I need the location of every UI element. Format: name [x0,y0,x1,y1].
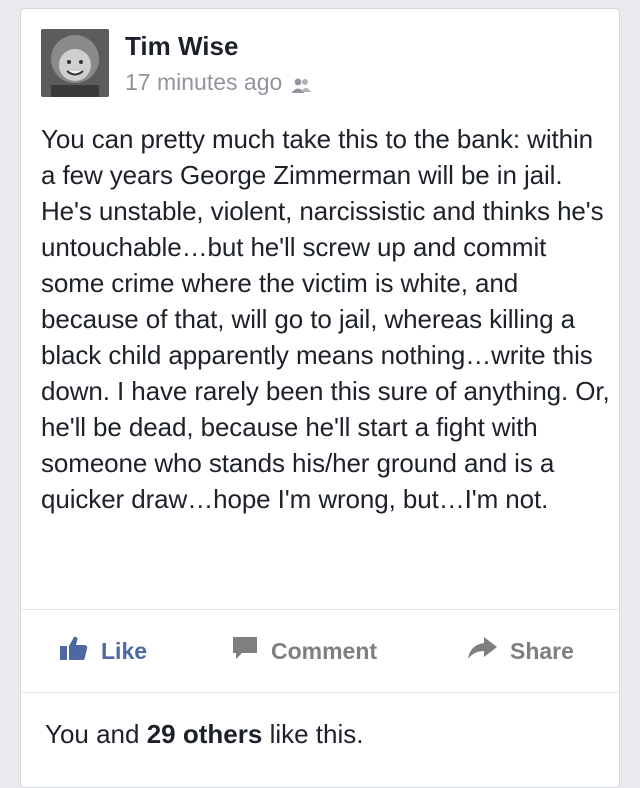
likes-count[interactable]: 29 others [147,719,263,749]
comment-button[interactable]: Comment [231,610,377,692]
share-arrow-icon [466,636,498,666]
likes-suffix: like this. [269,719,364,749]
avatar-photo [41,29,109,97]
action-bar: Like Comment Share [21,610,619,692]
share-label: Share [510,637,574,664]
divider [21,692,619,693]
like-button[interactable]: Like [59,610,147,692]
post-card: Tim Wise 17 minutes ago You can pretty m… [20,8,620,788]
likes-summary[interactable]: You and 29 others like this. [45,719,363,750]
share-button[interactable]: Share [466,610,574,692]
friends-icon[interactable] [290,74,312,93]
post-meta: 17 minutes ago [125,69,312,96]
thumbs-up-icon [59,635,89,667]
author-name[interactable]: Tim Wise [125,31,238,62]
like-label: Like [101,637,148,664]
comment-icon [231,635,259,667]
likes-prefix: You and [45,719,140,749]
timestamp[interactable]: 17 minutes ago [125,69,282,96]
comment-label: Comment [271,637,378,664]
post-body: You can pretty much take this to the ban… [41,124,610,514]
avatar[interactable] [41,29,109,97]
